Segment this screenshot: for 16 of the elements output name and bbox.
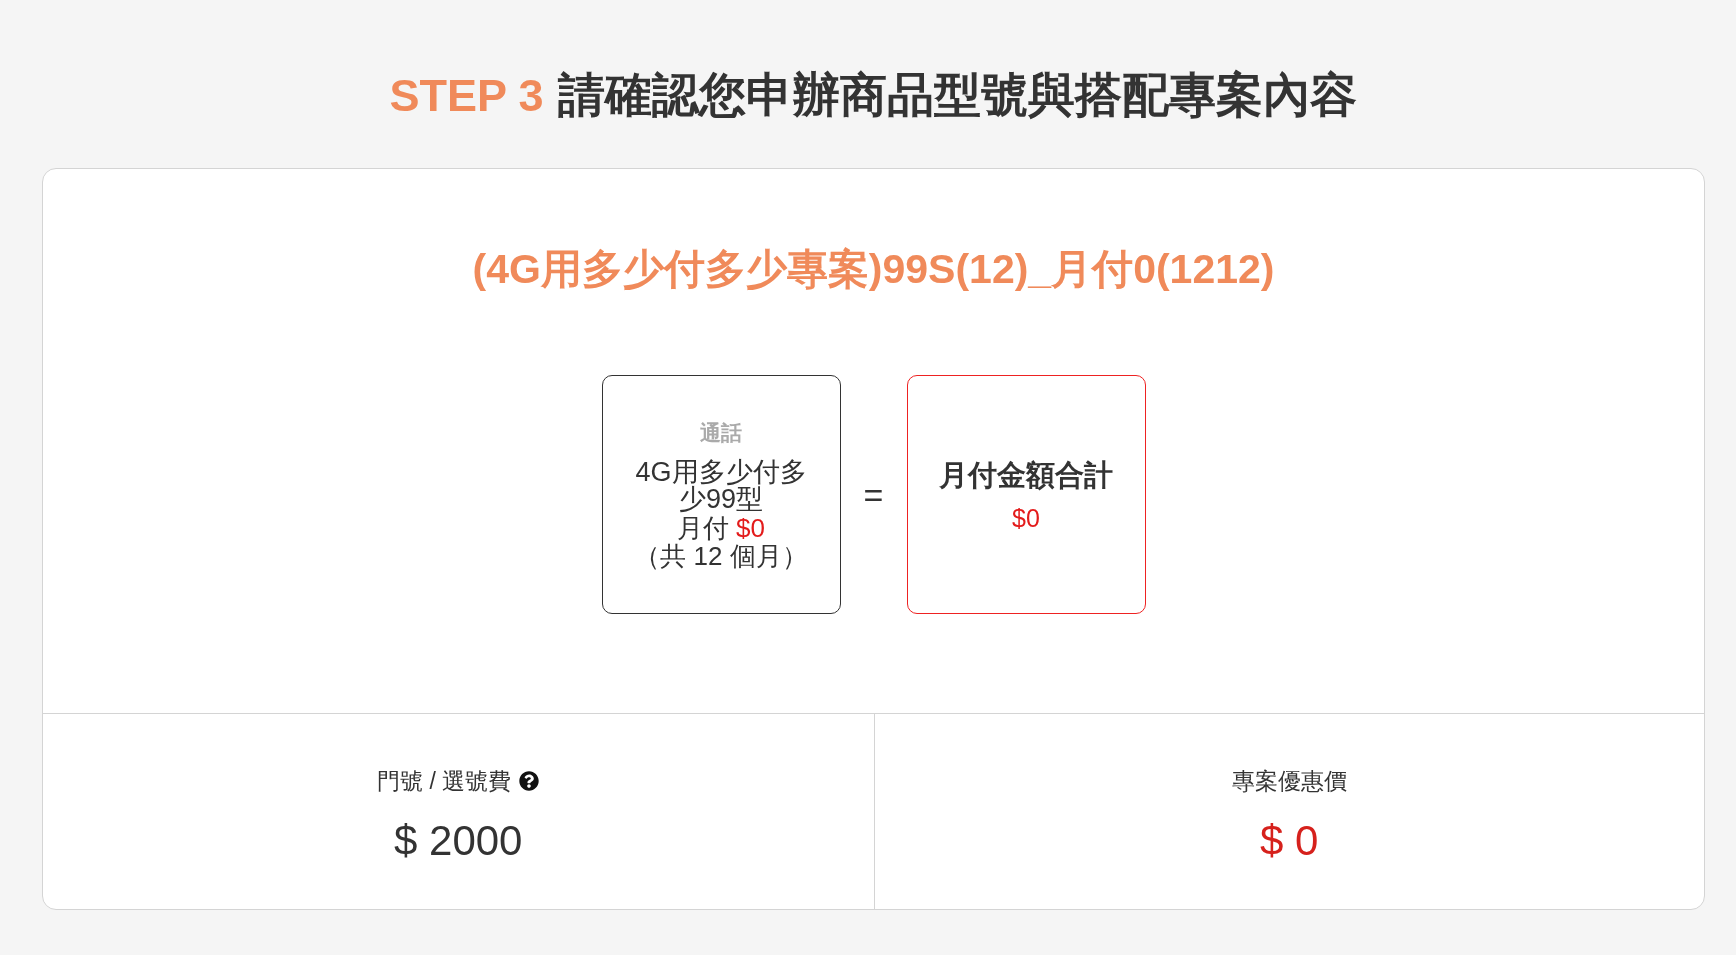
- plan-item-name: 4G用多少付多少99型: [634, 459, 808, 513]
- fee-amount: $ 0: [1260, 816, 1319, 866]
- equals-sign: =: [862, 474, 885, 515]
- fee-label: 門號 / 選號費: [377, 767, 512, 796]
- monthly-label: 月付: [677, 515, 730, 542]
- step-number: STEP 3: [389, 69, 544, 123]
- category-label: 通話: [700, 420, 742, 446]
- page-title: 請確認您申辦商品型號與搭配專案內容: [557, 67, 1357, 123]
- fee-label: 專案優惠價: [1231, 767, 1347, 796]
- monthly-price: $0: [736, 513, 765, 543]
- fee-amount: $ 2000: [394, 816, 523, 866]
- contract-term: （共 12 個月）: [634, 543, 808, 570]
- total-label: 月付金額合計: [939, 458, 1113, 493]
- plan-name: (4G用多少付多少專案)99S(12)_月付0(1212): [472, 245, 1275, 294]
- total-price: $0: [1012, 504, 1040, 533]
- help-icon[interactable]: [519, 771, 540, 791]
